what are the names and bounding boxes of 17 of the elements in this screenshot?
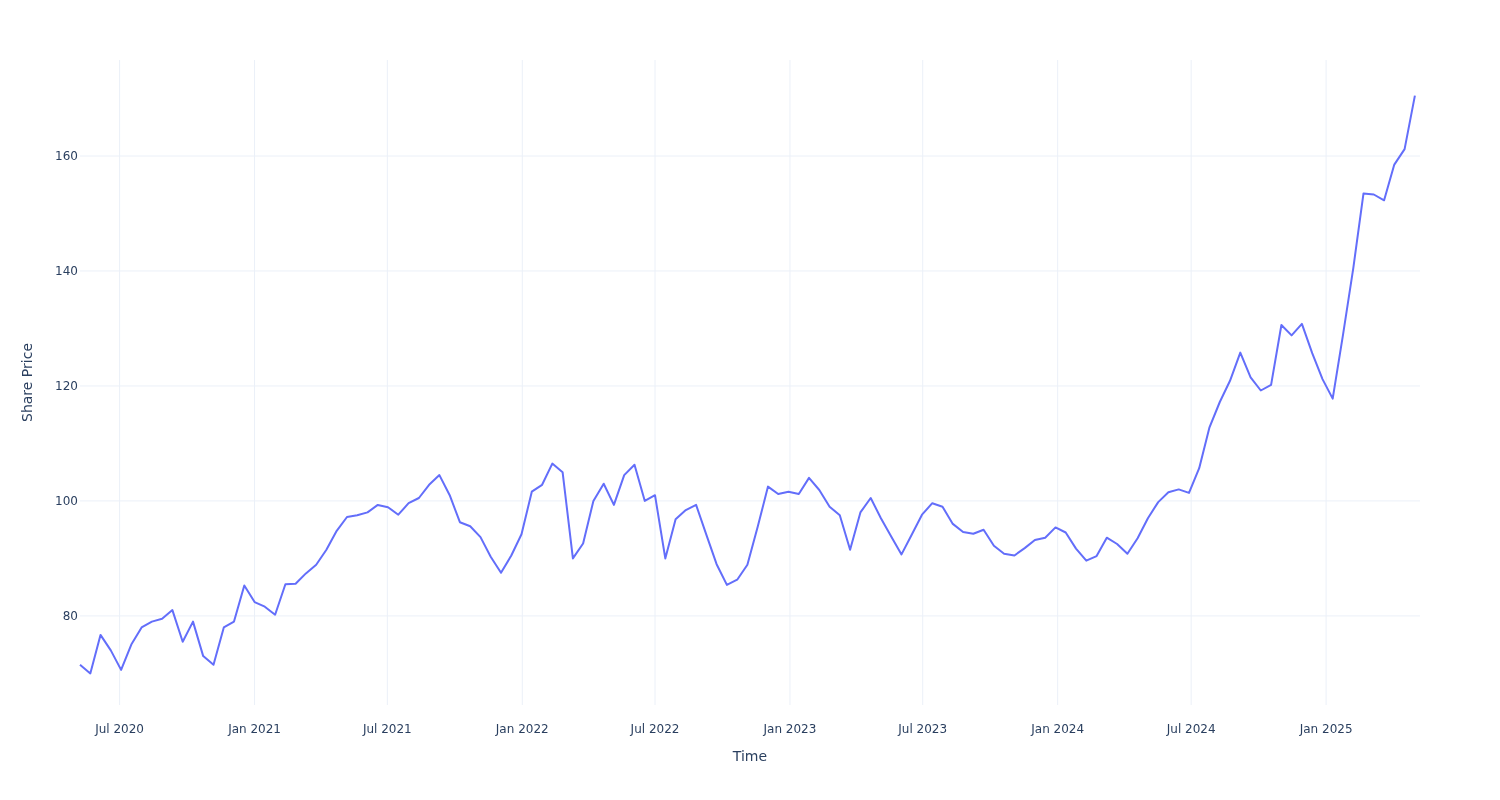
axis-tick-label: Jul 2024 bbox=[1166, 722, 1216, 736]
axis-tick-label: Jan 2024 bbox=[1031, 722, 1085, 736]
axis-tick-label: 100 bbox=[55, 493, 78, 508]
axis-title: Time bbox=[732, 748, 768, 764]
axis-tick-label: Jan 2025 bbox=[1299, 722, 1353, 736]
axis-tick-label: 140 bbox=[55, 264, 78, 278]
axis-tick-label: Jul 2020 bbox=[95, 722, 145, 736]
axis-tick-label: 120 bbox=[55, 378, 78, 393]
axis-tick-label: 160 bbox=[55, 149, 78, 163]
axis-tick-label: Jul 2021 bbox=[362, 722, 412, 736]
axis-tick-label: Jan 2023 bbox=[763, 722, 817, 736]
axis-tick-label: 80 bbox=[62, 608, 78, 623]
axis-tick-label: Jan 2021 bbox=[228, 722, 281, 736]
axis-tick-label: Jul 2022 bbox=[630, 722, 680, 736]
axis-title: Share Price bbox=[19, 343, 35, 422]
axis-tick-label: Jan 2022 bbox=[495, 722, 549, 736]
axis-tick-label: Jul 2023 bbox=[898, 722, 948, 736]
